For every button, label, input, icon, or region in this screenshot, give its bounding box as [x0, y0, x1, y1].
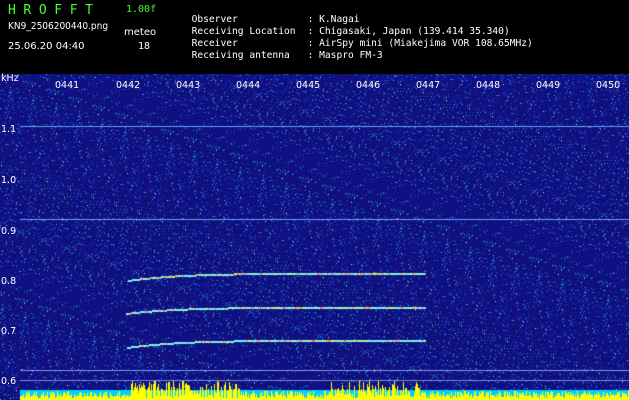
x-tick-0441: 0441: [55, 80, 80, 91]
spectrogram-canvas[interactable]: [0, 74, 629, 400]
info-antenna: Receiving antenna : Maspro FM-3: [180, 41, 383, 60]
x-tick-0450: 0450: [596, 80, 621, 91]
info-key: Receiving antenna: [191, 49, 290, 61]
app-title: HROFFT: [8, 3, 101, 18]
x-tick-0444: 0444: [236, 80, 261, 91]
mode-label: meteo: [124, 27, 157, 38]
y-tick-1-1: 1.1: [1, 124, 17, 135]
y-tick-0-7: 0.7: [1, 326, 17, 337]
file-name: KN9_2506200440.png: [8, 21, 109, 32]
timestamp: 25.06.20 04:40: [8, 41, 85, 52]
info-value: : Maspro FM-3: [307, 49, 383, 61]
x-tick-0445: 0445: [296, 80, 321, 91]
x-tick-0442: 0442: [116, 80, 141, 91]
y-tick-0-6: 0.6: [1, 376, 17, 387]
app-version: 1.00f: [126, 4, 157, 15]
y-tick-0-9: 0.9: [1, 226, 17, 237]
mode-value: 18: [138, 41, 151, 52]
x-tick-0447: 0447: [416, 80, 441, 91]
x-tick-0449: 0449: [536, 80, 561, 91]
x-tick-0448: 0448: [476, 80, 501, 91]
y-tick-1-0: 1.0: [1, 175, 17, 186]
y-tick-0-8: 0.8: [1, 276, 17, 287]
x-tick-0443: 0443: [176, 80, 201, 91]
y-axis-unit: kHz: [1, 73, 19, 84]
x-tick-0446: 0446: [356, 80, 381, 91]
